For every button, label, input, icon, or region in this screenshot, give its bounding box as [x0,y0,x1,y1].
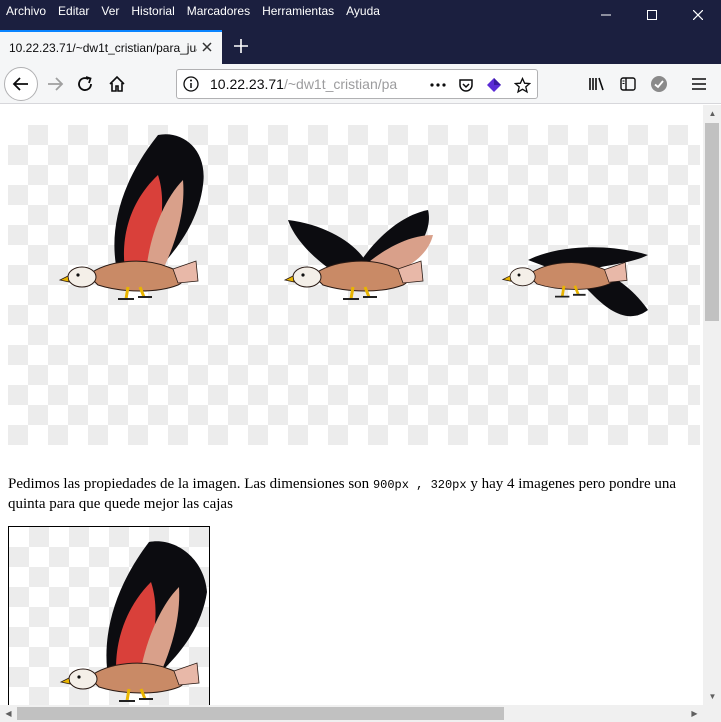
eagle-frame-3 [501,247,648,317]
maximize-icon [647,10,657,20]
home-button[interactable] [102,70,132,98]
extension-button[interactable] [483,74,505,96]
horizontal-scrollbar[interactable]: ◀ ▶ [0,705,721,722]
eagle-frame-2 [283,210,433,301]
back-arrow-icon [12,77,28,91]
vertical-scrollbar[interactable]: ▲ ▼ [703,105,721,705]
menu-bar: Archivo Editar Ver Historial Marcadores … [6,4,380,18]
menu-marcadores[interactable]: Marcadores [187,4,250,18]
forward-button[interactable] [40,70,70,98]
menu-editar[interactable]: Editar [58,4,89,18]
sidebar-icon [620,77,636,91]
scroll-down-arrow-icon[interactable]: ▼ [704,688,721,705]
tab-active[interactable]: 10.22.23.71/~dw1t_cristian/para_juan [0,30,222,64]
window-controls [583,0,721,30]
pocket-icon [459,79,473,92]
new-tab-icon[interactable] [231,36,251,56]
tab-title: 10.22.23.71/~dw1t_cristian/para_juan [9,41,197,55]
minimize-icon [601,14,611,16]
minimize-button[interactable] [583,0,629,30]
sprite-box [8,526,210,705]
close-window-button[interactable] [675,0,721,30]
url-host: 10.22.23.71 [210,76,284,92]
site-info-icon[interactable] [183,76,199,92]
dimension-height: 320px [430,478,467,492]
hamburger-menu-icon [692,78,706,90]
tab-close-icon[interactable] [200,40,214,54]
vertical-scroll-thumb[interactable] [705,123,719,321]
forward-arrow-icon [48,77,64,91]
title-bar: Archivo Editar Ver Historial Marcadores … [0,0,721,30]
back-button[interactable] [4,67,38,101]
eagle-frame-1 [58,134,204,301]
page-content: Pedimos las propiedades de la imagen. La… [0,105,703,705]
menu-ayuda[interactable]: Ayuda [346,4,380,18]
more-dots-icon [430,83,446,87]
sprite-sheet-image [8,125,700,445]
scroll-left-arrow-icon[interactable]: ◀ [0,705,17,722]
dimension-width: 900px [372,478,409,492]
description-paragraph: Pedimos las propiedades de la imagen. La… [8,475,688,514]
check-circle-icon [651,76,667,92]
scroll-right-arrow-icon[interactable]: ▶ [686,705,703,722]
sidebar-button[interactable] [613,70,643,98]
scroll-up-arrow-icon[interactable]: ▲ [704,105,721,122]
eagle-sprites [58,134,648,317]
close-icon [693,10,703,20]
url-path: /~dw1t_cristian/para_juan [283,76,398,92]
horizontal-scroll-thumb[interactable] [17,707,504,720]
address-bar[interactable]: 10.22.23.71/~dw1t_cristian/para_juan [176,69,538,99]
menu-archivo[interactable]: Archivo [6,4,46,18]
bookmark-star-button[interactable] [511,74,533,96]
navigation-bar: 10.22.23.71/~dw1t_cristian/para_juan [0,64,721,104]
eagle-frame-box [59,541,207,703]
url-text: 10.22.23.71/~dw1t_cristian/para_juan [210,76,398,92]
page-actions-button[interactable] [427,74,449,96]
reload-button[interactable] [70,70,100,98]
maximize-button[interactable] [629,0,675,30]
star-icon [513,76,531,93]
pocket-button[interactable] [455,74,477,96]
home-icon [109,75,125,92]
library-button[interactable] [582,70,612,98]
account-button[interactable] [644,70,674,98]
extension-diamond-icon [487,78,501,92]
para-text-1: Pedimos las propiedades de la imagen. La… [8,476,373,492]
tab-strip: 10.22.23.71/~dw1t_cristian/para_juan [0,30,721,64]
menu-ver[interactable]: Ver [101,4,119,18]
reload-icon [78,76,92,91]
menu-historial[interactable]: Historial [131,4,174,18]
menu-herramientas[interactable]: Herramientas [262,4,334,18]
library-icon [589,77,604,91]
dimension-separator: , [408,478,431,492]
menu-button[interactable] [684,70,714,98]
